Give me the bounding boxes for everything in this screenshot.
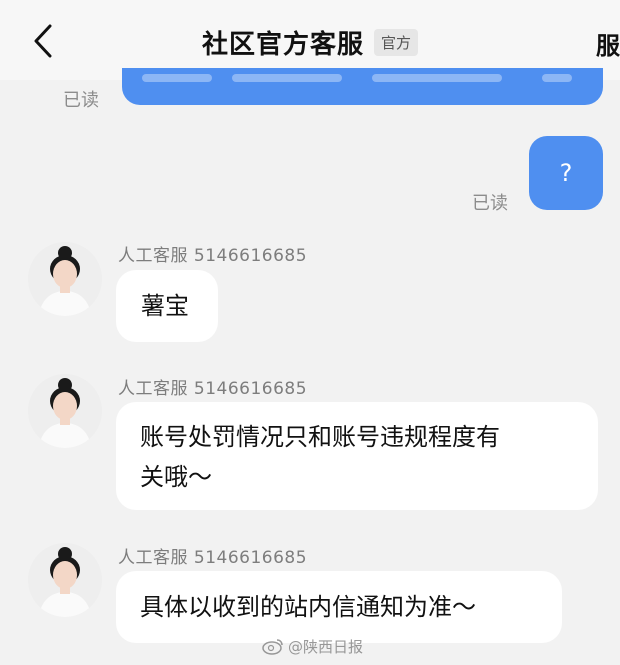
chat-title-group: 社区官方客服 官方	[0, 22, 620, 62]
sender-name: 人工客服 5146616685	[118, 548, 308, 568]
sent-message-bubble[interactable]	[122, 68, 603, 105]
agent-avatar-image	[39, 378, 91, 448]
agent-avatar-image	[39, 547, 91, 617]
agent-avatar-image	[39, 246, 91, 316]
received-message-bubble[interactable]: 薯宝	[116, 270, 218, 342]
watermark-text: @陕西日报	[288, 637, 364, 656]
message-text: 薯宝	[141, 292, 189, 320]
chat-title: 社区官方客服	[201, 29, 364, 60]
agent-avatar[interactable]	[28, 242, 102, 316]
message-text: 具体以收到的站内信通知为准～	[140, 593, 476, 621]
sender-name: 人工客服 5146616685	[118, 246, 308, 266]
read-status: 已读	[63, 90, 99, 111]
agent-avatar[interactable]	[28, 543, 102, 617]
agent-avatar[interactable]	[28, 374, 102, 448]
blurred-text	[542, 74, 572, 82]
message-text-line: 关哦～	[140, 463, 212, 491]
weibo-logo-icon	[262, 639, 283, 655]
blurred-text	[232, 74, 342, 82]
official-badge: 官方	[374, 28, 419, 56]
read-status: 已读	[472, 193, 508, 214]
sender-name: 人工客服 5146616685	[118, 379, 308, 399]
received-message-bubble[interactable]: 具体以收到的站内信通知为准～	[116, 571, 562, 643]
message-text: ?	[559, 159, 573, 187]
blurred-text	[142, 74, 212, 82]
watermark: @陕西日报	[262, 634, 363, 658]
message-text-line: 账号处罚情况只和账号违规程度有	[140, 423, 500, 451]
received-message-bubble[interactable]: 账号处罚情况只和账号违规程度有 关哦～	[116, 402, 598, 510]
service-menu-button[interactable]: 服	[596, 26, 620, 61]
sent-message-bubble[interactable]: ?	[529, 136, 603, 210]
blurred-text	[372, 74, 502, 82]
